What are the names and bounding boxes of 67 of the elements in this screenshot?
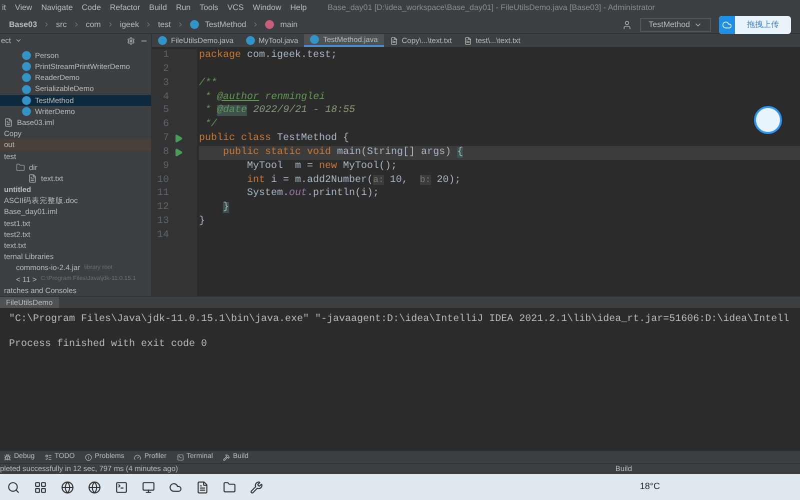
chevron-icon: [144, 21, 152, 28]
menu-item[interactable]: Code: [82, 2, 101, 14]
menu-item[interactable]: Window: [252, 2, 282, 14]
breadcrumb[interactable]: Base03: [9, 18, 38, 30]
menu-item[interactable]: Navigate: [41, 2, 73, 14]
menu-item[interactable]: Tools: [200, 2, 218, 14]
chevron-icon: [106, 21, 114, 28]
caret-icon[interactable]: [15, 37, 22, 44]
folder-icon[interactable]: [223, 480, 236, 494]
menu-item[interactable]: Help: [290, 2, 307, 14]
search-icon[interactable]: [7, 480, 20, 494]
bug-icon: [4, 454, 11, 460]
breadcrumb[interactable]: src: [56, 18, 67, 30]
class-icon: [158, 36, 167, 45]
code-line: package com.igeek.test;: [199, 49, 338, 63]
code-line: System.out.println(i);: [246, 187, 380, 202]
monitor-icon[interactable]: [142, 480, 155, 494]
window-title: Base_day01 [D:\idea_workspace\Base_day01] - FileUtilsDemo.java [Base03] - Administrator: [328, 2, 655, 14]
chevron-icon: [176, 21, 184, 28]
code-line: */: [204, 118, 218, 132]
tool-icon[interactable]: [250, 480, 263, 494]
upload-button[interactable]: 拖拽上传: [719, 16, 791, 34]
list-icon: [44, 454, 52, 460]
code-line: public static void main(String[] args) {: [222, 146, 464, 160]
cloud-icon: [722, 20, 732, 30]
menu-item[interactable]: Build: [149, 2, 167, 14]
code-line: * @date 2022/9/21 - 18:55: [204, 104, 356, 118]
menu-item[interactable]: Refactor: [110, 2, 140, 14]
code-line: }: [199, 215, 206, 229]
settings-icon[interactable]: [127, 36, 135, 44]
run-config-dropdown[interactable]: TestMethod: [640, 18, 711, 32]
class-icon: [246, 36, 255, 45]
code-line: * @author renminglei: [204, 90, 326, 104]
code-line: MyTool m = new MyTool();: [246, 160, 398, 174]
breadcrumb[interactable]: main: [280, 18, 298, 30]
file-icon: [28, 174, 37, 184]
breadcrumb[interactable]: test: [158, 18, 171, 30]
code-line: public class TestMethod {: [199, 132, 350, 146]
breadcrumb[interactable]: TestMethod: [204, 18, 246, 30]
code-line: /**: [199, 76, 218, 91]
file-icon: [464, 36, 472, 44]
menu-item[interactable]: it: [2, 2, 6, 14]
code-line: int i = m.add2Number(a: 10, b: 20);: [246, 174, 461, 188]
file-icon: [4, 118, 13, 128]
info-icon: [84, 454, 92, 460]
gauge-icon: [134, 454, 142, 460]
menu-item[interactable]: View: [15, 2, 32, 14]
class-icon: [310, 35, 320, 44]
terminal-icon: [176, 454, 184, 460]
cloud-icon[interactable]: [169, 480, 182, 494]
console-line: "C:\Program Files\Java\jdk-11.0.15.1\bin\java.exe" "-javaagent:D:\idea\IntelliJ IDEA 2021.2.1\lib\idea_rt.jar=51606:D:\idea\Intell: [9, 312, 790, 327]
folder-icon: [16, 162, 25, 172]
chevron-icon: [43, 21, 50, 28]
file-icon: [390, 36, 398, 44]
menu-item[interactable]: VCS: [227, 2, 244, 14]
user-icon[interactable]: [622, 20, 632, 30]
class-icon: [190, 20, 199, 29]
console-line: Process finished with exit code 0: [9, 338, 208, 352]
weather-text: 18°C: [640, 480, 660, 494]
hammer-icon: [222, 454, 230, 460]
taskview-icon[interactable]: [34, 480, 47, 494]
breadcrumb[interactable]: igeek: [120, 18, 139, 30]
breadcrumb[interactable]: com: [86, 18, 101, 30]
chevron-icon: [72, 21, 80, 28]
menu-item[interactable]: Run: [176, 2, 191, 14]
chevron-icon: [252, 21, 260, 28]
method-icon: [265, 20, 274, 29]
